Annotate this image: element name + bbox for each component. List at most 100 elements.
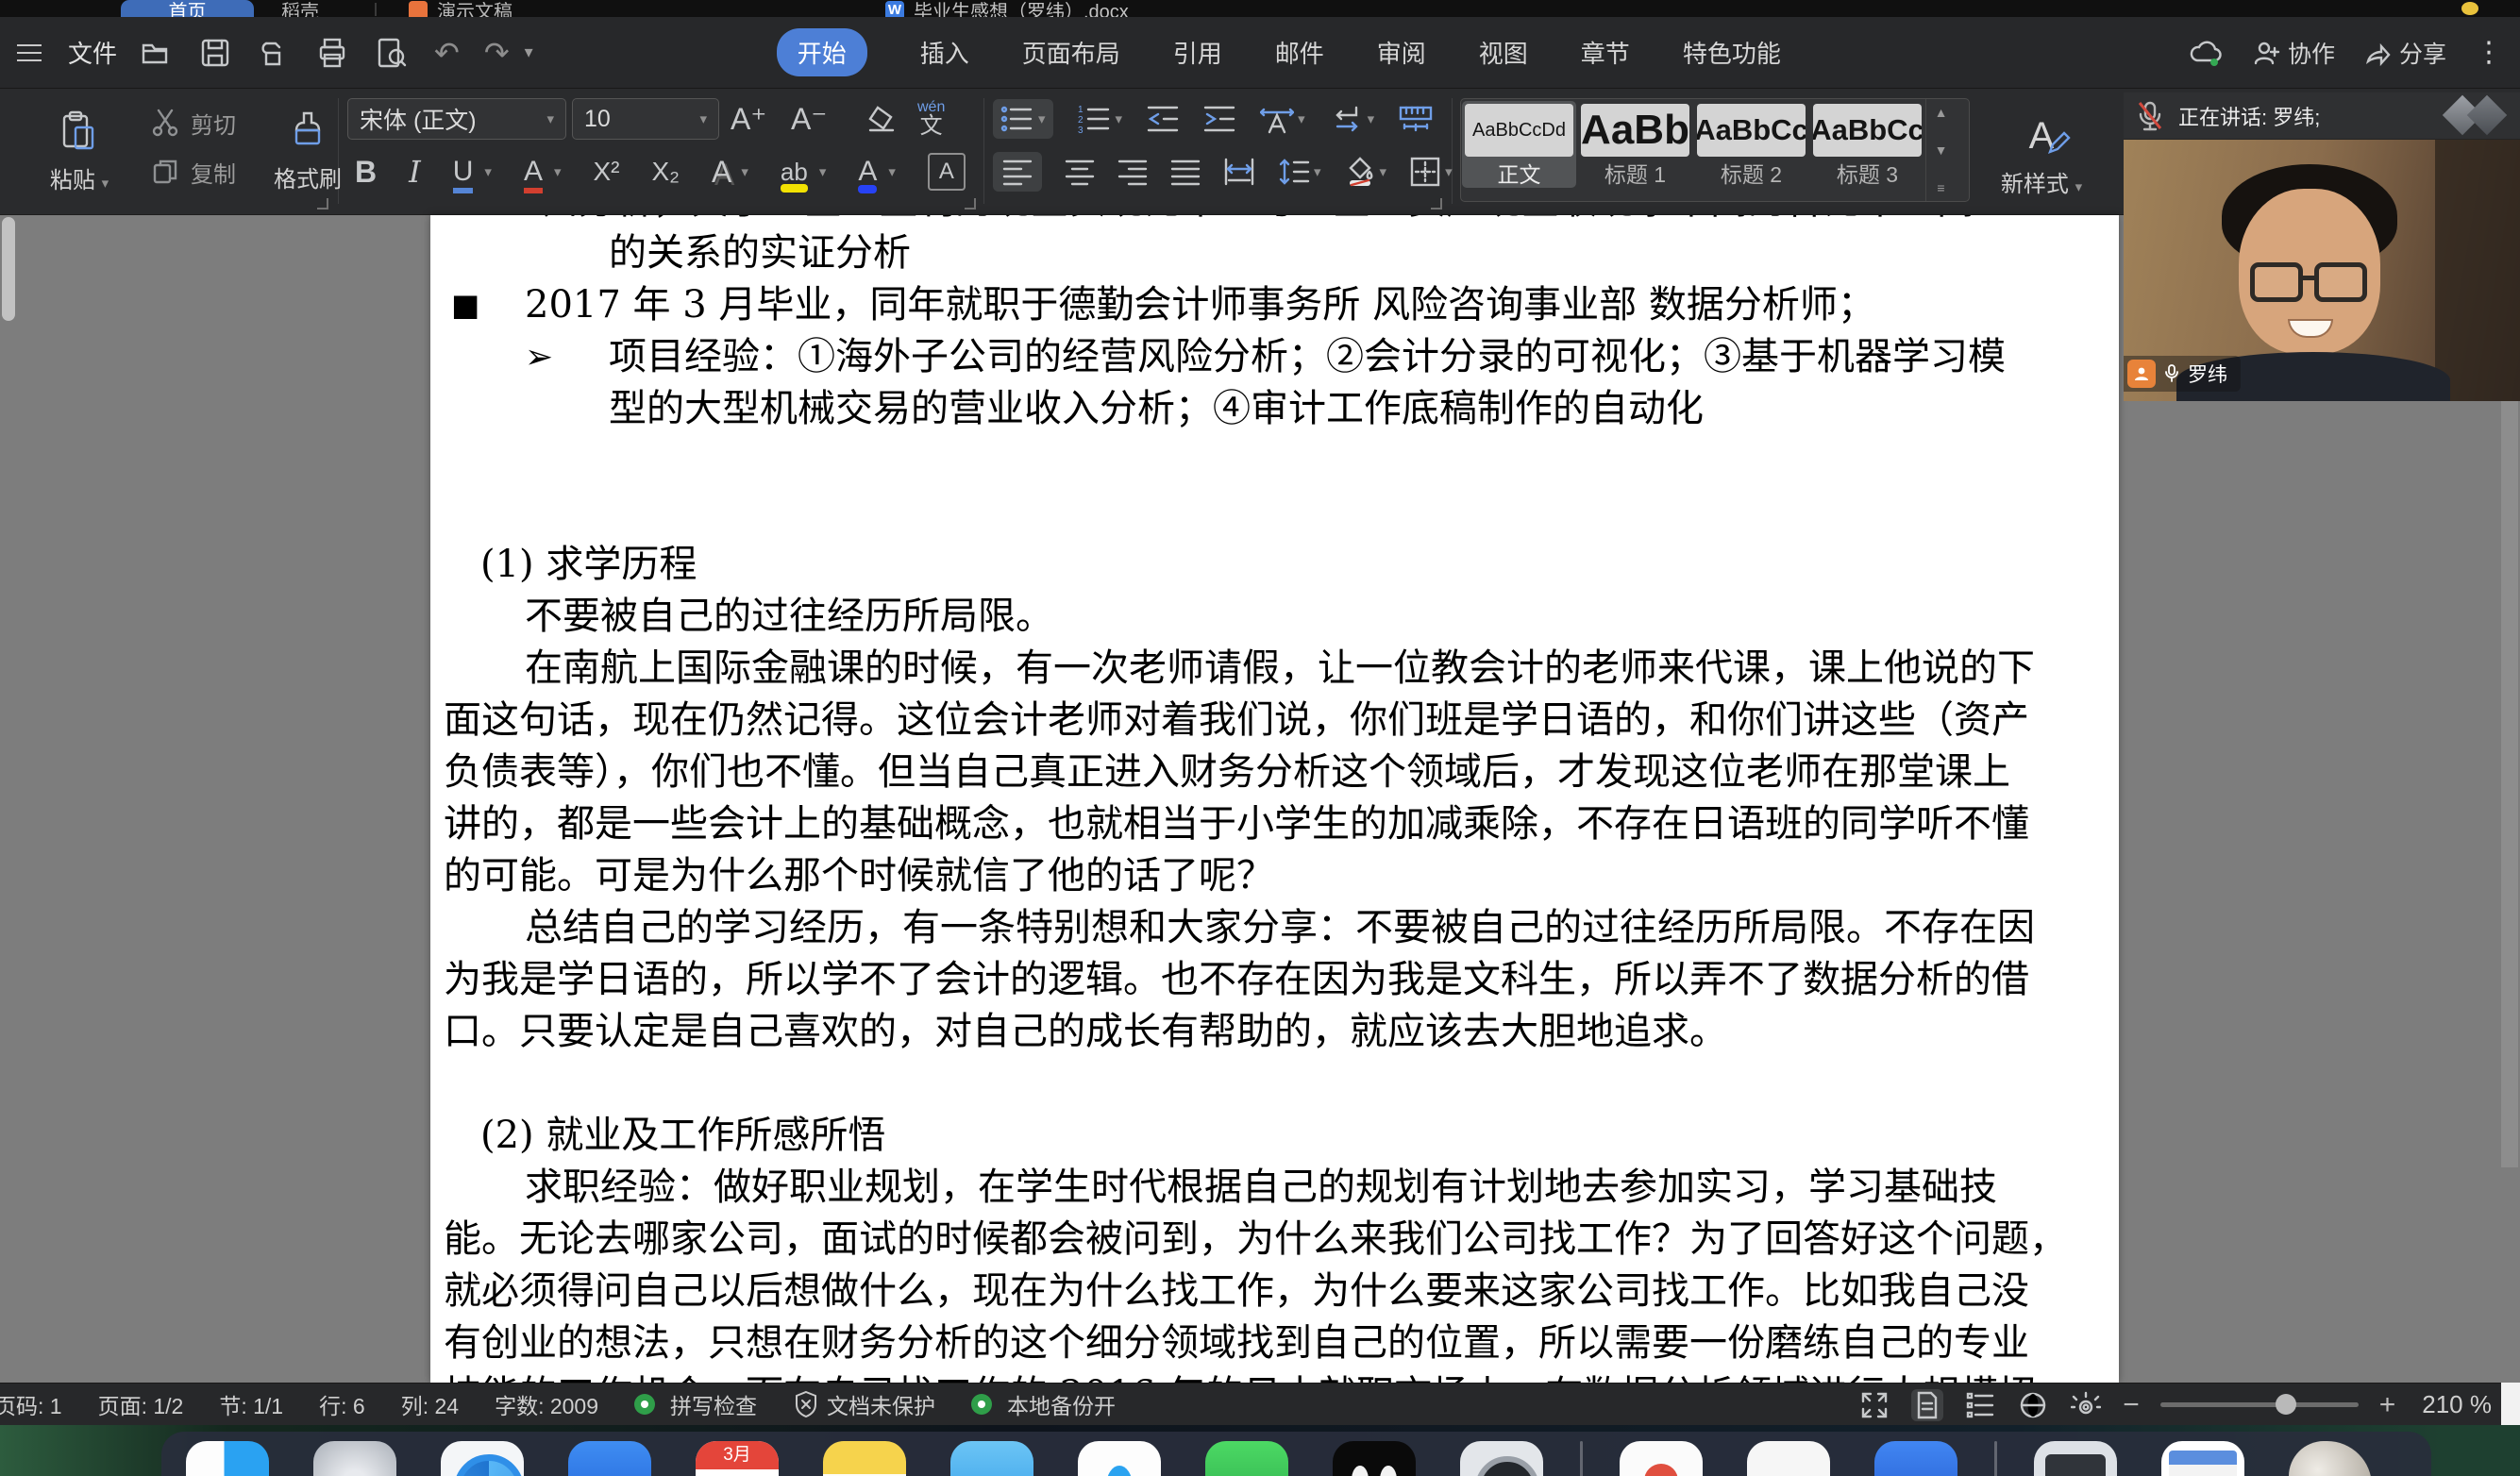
- undo-icon[interactable]: ↶: [434, 35, 460, 71]
- ribbon-tab-insert[interactable]: 插入: [920, 35, 969, 70]
- print-icon[interactable]: [313, 34, 351, 72]
- doc-heading[interactable]: (1) 求学历程: [444, 539, 2119, 591]
- doc-blank-line[interactable]: [444, 487, 2119, 539]
- character-accent-button[interactable]: A: [524, 156, 543, 188]
- doc-line[interactable]: 型的大型机械交易的营业收入分析；④审计工作底稿制作的自动化: [444, 383, 2119, 435]
- web-layout-icon[interactable]: [2017, 1389, 2049, 1421]
- doc-line[interactable]: 不要被自己的过往经历所局限。: [444, 591, 2119, 643]
- cut-button[interactable]: 剪切: [149, 98, 236, 147]
- style-heading-1[interactable]: AaBb 标题 1: [1578, 101, 1692, 188]
- doc-line[interactable]: 有创业的想法，只想在财务分析的这个细分领域找到自己的位置，所以需要一份磨练自己的…: [444, 1317, 2119, 1369]
- doc-line[interactable]: ➢项目经验：①海外子公司的经营风险分析；②会计分录的可视化；③基于机器学习模: [444, 331, 2119, 383]
- cloud-sync-icon[interactable]: [2188, 38, 2224, 68]
- green-app-icon[interactable]: [1205, 1441, 1288, 1476]
- print-preview-icon[interactable]: [372, 34, 410, 72]
- styles-scroll-up-icon[interactable]: ▲: [1935, 105, 1948, 120]
- eye-protection-icon[interactable]: [2070, 1389, 2102, 1421]
- document-protection-status[interactable]: 文档未保护: [793, 1388, 935, 1420]
- mail-icon[interactable]: [568, 1441, 651, 1476]
- subscript-button[interactable]: X₂: [652, 157, 680, 187]
- white-app-icon[interactable]: [1747, 1441, 1830, 1476]
- ribbon-tab-view[interactable]: 视图: [1479, 35, 1528, 70]
- font-size-select[interactable]: 10▾: [572, 98, 719, 140]
- file-menu[interactable]: 文件: [68, 35, 117, 70]
- bullets-button[interactable]: ▾: [993, 99, 1053, 139]
- zoom-slider[interactable]: [2160, 1402, 2359, 1407]
- text-direction-button[interactable]: ▾: [1330, 104, 1375, 134]
- tab-home[interactable]: 首页: [121, 0, 254, 17]
- underline-dropdown-icon[interactable]: ▾: [484, 163, 492, 180]
- doc-line[interactable]: 口。只要认定是自己喜欢的，对自己的成长有帮助的，就应该去大胆地追求。: [444, 1006, 2119, 1058]
- doc-line[interactable]: 的关系的实证分析: [444, 227, 2119, 279]
- underline-button[interactable]: U: [453, 156, 474, 188]
- crumpled-paper-icon[interactable]: [2289, 1441, 2372, 1476]
- status-word-count[interactable]: 字数: 2009: [495, 1388, 598, 1420]
- launchpad-icon[interactable]: [313, 1441, 396, 1476]
- open-folder-icon[interactable]: [138, 34, 176, 72]
- toolbar-more-dropdown-icon[interactable]: ▾: [525, 42, 533, 62]
- calendar-icon[interactable]: 3月: [696, 1441, 779, 1476]
- doc-line[interactable]: 能。无论去哪家公司，面试的时候都会被问到，为什么来我们公司找工作？为了回答好这个…: [444, 1214, 2119, 1266]
- line-spacing-button[interactable]: ▾: [1278, 157, 1321, 187]
- styles-gallery-scrollbar[interactable]: ▲ ▼ ≡: [1925, 99, 1956, 201]
- document-page[interactable]: 归分析，关于＂企业盈利的现金实现比率＂与＂企业资产现金收现水平间的各比率＂间 的…: [430, 215, 2119, 1383]
- numbering-button[interactable]: 123 ▾: [1078, 105, 1123, 133]
- grow-font-button[interactable]: A⁺: [731, 98, 766, 140]
- doc-line[interactable]: 归分析，关于＂企业盈利的现金实现比率＂与＂企业资产现金收现水平间的各比率＂间: [444, 215, 2119, 227]
- doc-line[interactable]: 的可能。可是为什么那个时候就信了他的话了呢？: [444, 850, 2119, 902]
- share-button[interactable]: 分享: [2363, 36, 2446, 70]
- fullscreen-icon[interactable]: [1858, 1389, 1890, 1421]
- character-border-button[interactable]: A: [928, 153, 966, 191]
- styles-scroll-down-icon[interactable]: ▼: [1935, 143, 1948, 158]
- tab-current-document[interactable]: W 毕业生感想（罗纬）.docx: [868, 0, 1146, 17]
- copy-button[interactable]: 复制: [149, 147, 236, 196]
- red-dot-app-icon[interactable]: [1620, 1441, 1703, 1476]
- messages-icon[interactable]: [950, 1441, 1033, 1476]
- align-left-button[interactable]: [993, 152, 1042, 192]
- character-scaling-button[interactable]: ▾: [1260, 104, 1305, 134]
- style-normal[interactable]: AaBbCcDd 正文: [1462, 101, 1576, 188]
- global-menu-icon[interactable]: [15, 44, 43, 61]
- increase-indent-button[interactable]: [1203, 105, 1235, 133]
- shrink-font-button[interactable]: A⁻: [791, 98, 827, 140]
- pinyin-guide-button[interactable]: wén 文: [917, 92, 945, 145]
- shading-button[interactable]: ▾: [1344, 157, 1387, 187]
- ribbon-tab-mailings[interactable]: 邮件: [1275, 35, 1324, 70]
- redo-icon[interactable]: ↷: [484, 35, 510, 71]
- finder-icon[interactable]: [186, 1441, 269, 1476]
- participant-video[interactable]: 罗纬: [2124, 140, 2520, 401]
- terminal-eyes-app-icon[interactable]: [1333, 1441, 1416, 1476]
- page-view-icon[interactable]: [1911, 1389, 1943, 1421]
- microphone-muted-icon[interactable]: [2135, 100, 2165, 132]
- doc-line[interactable]: 面这句话，现在仍然记得。这位会计老师对着我们说，你们班是学日语的，和你们讲这些（…: [444, 695, 2119, 746]
- italic-button[interactable]: I: [409, 154, 421, 190]
- word-app-icon[interactable]: [1874, 1441, 1957, 1476]
- style-heading-2[interactable]: AaBbCc 标题 2: [1694, 101, 1808, 188]
- decrease-indent-button[interactable]: [1147, 105, 1179, 133]
- ribbon-tab-special-features[interactable]: 特色功能: [1683, 35, 1781, 70]
- distribute-button[interactable]: [1223, 158, 1255, 186]
- tab-ruler-button[interactable]: [1399, 104, 1433, 134]
- spell-check-status[interactable]: 拼写检查: [634, 1388, 757, 1420]
- doc-line[interactable]: 讲的，都是一些会计上的基础概念，也就相当于小学生的加减乘除，不存在日语班的同学听…: [444, 798, 2119, 850]
- ribbon-tab-page-layout[interactable]: 页面布局: [1022, 35, 1120, 70]
- doc-line[interactable]: 技能的工作机会，而在自己找工作的 2016 年的日本就职市场上，在数据分析领域进…: [444, 1369, 2119, 1383]
- drop-app-icon[interactable]: [1078, 1441, 1161, 1476]
- tab-presentation[interactable]: 演示文稿: [392, 0, 529, 17]
- outline-view-icon[interactable]: [1964, 1389, 1996, 1421]
- align-right-button[interactable]: [1117, 158, 1148, 186]
- text-effects-button[interactable]: A: [712, 155, 731, 190]
- paste-button[interactable]: 粘贴 ▾: [30, 94, 128, 208]
- text-effects-dropdown-icon[interactable]: ▾: [741, 163, 748, 180]
- doc-line[interactable]: 为我是学日语的，所以学不了会计的逻辑。也不存在因为我是文科生，所以弄不了数据分析…: [444, 954, 2119, 1006]
- save-icon[interactable]: [196, 34, 234, 72]
- ribbon-tab-review[interactable]: 审阅: [1377, 35, 1426, 70]
- borders-button[interactable]: ▾: [1409, 157, 1453, 187]
- font-name-select[interactable]: 宋体 (正文)▾: [347, 98, 566, 140]
- meeting-overlay-window[interactable]: 正在讲话: 罗纬; 罗纬: [2124, 92, 2520, 401]
- collaborate-button[interactable]: 协作: [2252, 36, 2335, 70]
- zoom-in-button[interactable]: +: [2379, 1389, 2396, 1421]
- new-style-button[interactable]: A 新样式 ▾: [1990, 100, 2093, 213]
- bold-button[interactable]: B: [355, 155, 377, 190]
- doc-heading[interactable]: (2) 就业及工作所感所悟: [444, 1110, 2119, 1162]
